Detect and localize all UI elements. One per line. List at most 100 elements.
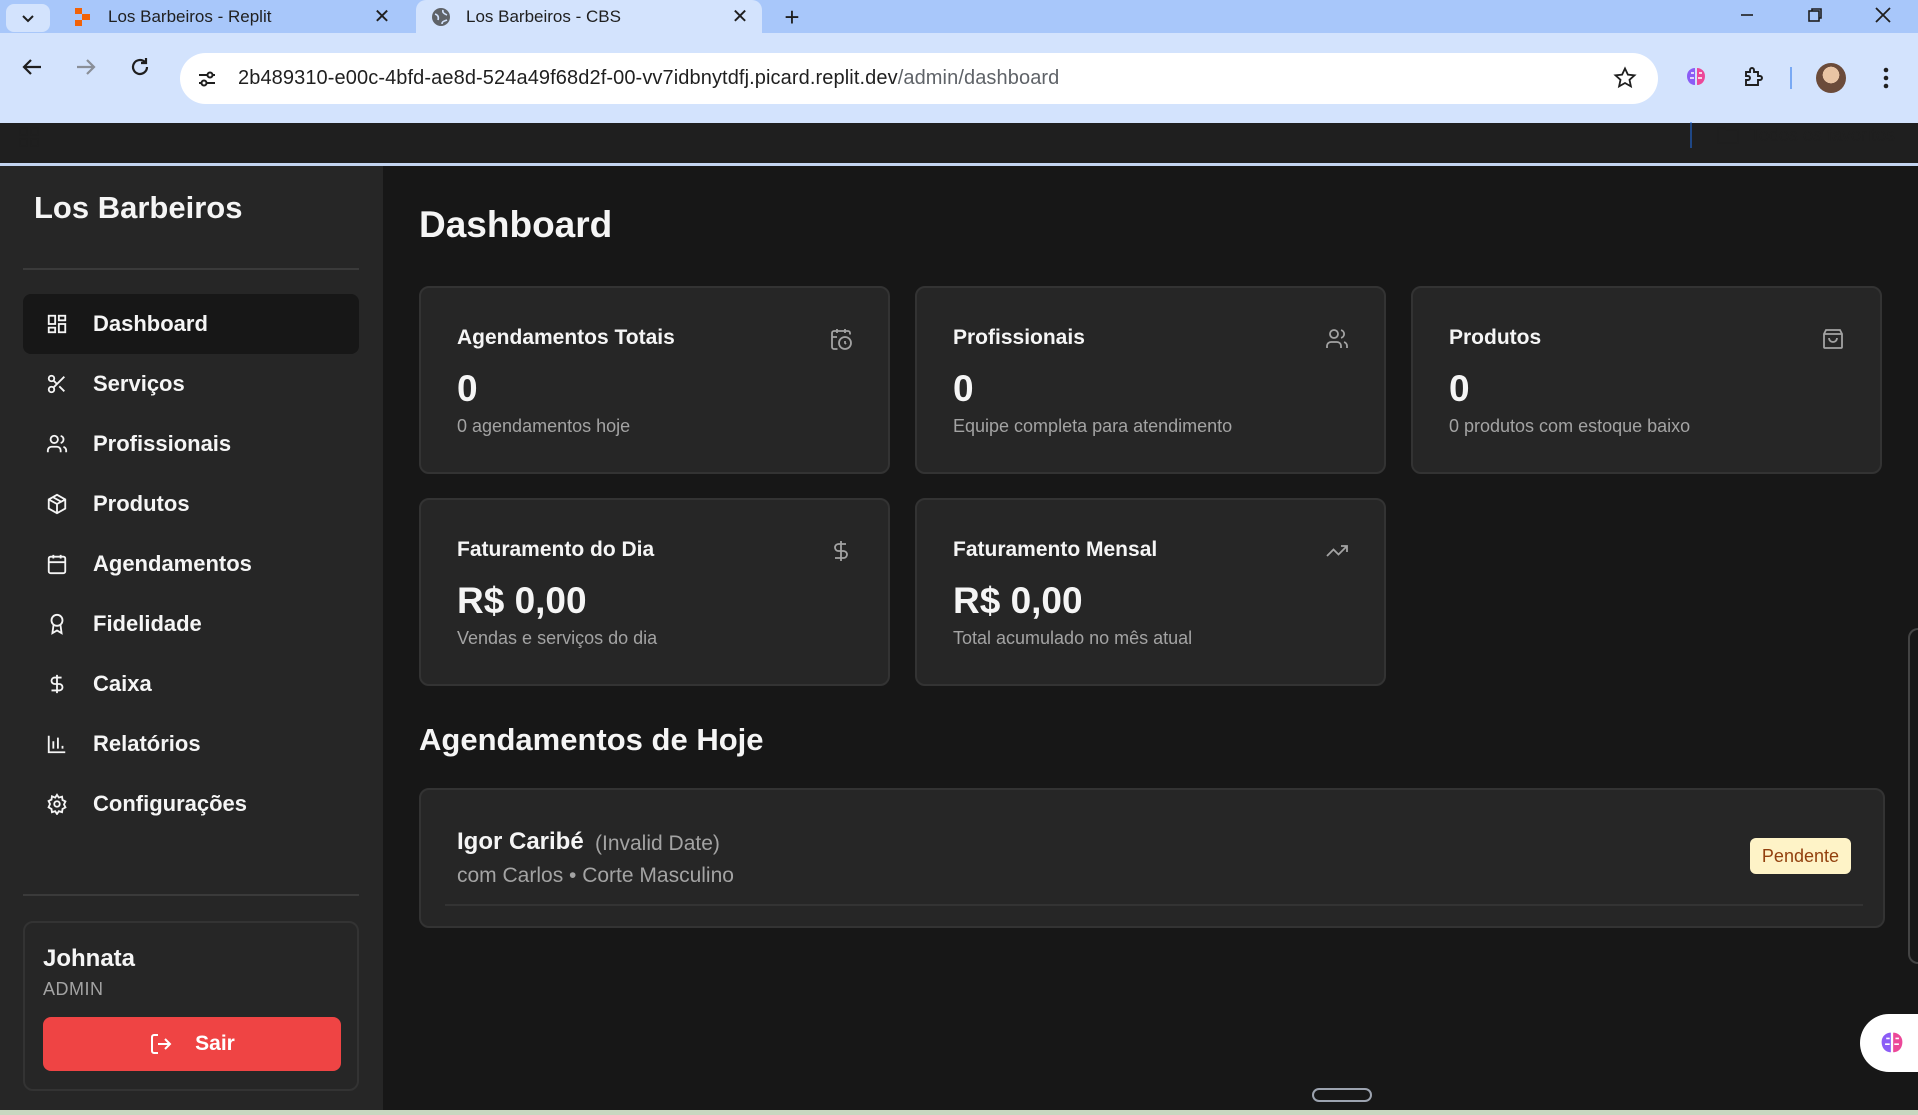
- calendar-clock-icon: [828, 326, 854, 352]
- user-role: ADMIN: [43, 979, 104, 999]
- forward-button[interactable]: [66, 47, 106, 87]
- scroll-handle[interactable]: [1312, 1088, 1372, 1102]
- minimize-button[interactable]: [1722, 0, 1772, 30]
- stat-card-profissionais: Profissionais 0 Equipe completa para ate…: [915, 286, 1386, 474]
- brand-title: Los Barbeiros: [34, 190, 243, 225]
- tab-search-button[interactable]: [6, 4, 50, 32]
- main-content: Dashboard Agendamentos Totais 0 0 agenda…: [383, 166, 1918, 1115]
- sidebar-item-produtos[interactable]: Produtos: [23, 474, 359, 534]
- sidebar: Los Barbeiros Dashboard Serviços Profiss…: [0, 166, 383, 1115]
- address-bar[interactable]: 2b489310-e00c-4bfd-ae8d-524a49f68d2f-00-…: [180, 53, 1658, 104]
- browser-menu-icon[interactable]: [1868, 58, 1904, 98]
- stat-card-agendamentos: Agendamentos Totais 0 0 agendamentos hoj…: [419, 286, 890, 474]
- floating-brain-extension-icon[interactable]: [1860, 1014, 1918, 1072]
- user-card: Johnata ADMIN Sair: [23, 921, 359, 1091]
- new-tab-button[interactable]: +: [776, 2, 808, 32]
- restore-button[interactable]: [1790, 0, 1840, 30]
- status-badge: Pendente: [1749, 838, 1851, 874]
- url-text: 2b489310-e00c-4bfd-ae8d-524a49f68d2f-00-…: [238, 67, 1059, 90]
- user-name: Johnata: [43, 945, 136, 972]
- sidebar-divider: [23, 268, 359, 270]
- dollar-icon: [45, 672, 69, 696]
- sidebar-item-label: Fidelidade: [93, 611, 202, 636]
- apps-grid-icon[interactable]: [12, 120, 46, 154]
- minimize-icon: [1741, 14, 1753, 16]
- close-icon[interactable]: ✕: [726, 3, 754, 31]
- reload-icon: [131, 58, 149, 76]
- sidebar-item-fidelidade[interactable]: Fidelidade: [23, 594, 359, 654]
- stat-card-produtos: Produtos 0 0 produtos com estoque baixo: [1411, 286, 1882, 474]
- log-out-icon: [151, 1034, 172, 1054]
- card-title: Agendamentos Totais: [457, 326, 675, 349]
- url-host: 2b489310-e00c-4bfd-ae8d-524a49f68d2f-00-…: [238, 67, 898, 89]
- logout-label: Sair: [195, 1032, 235, 1055]
- users-icon: [45, 432, 69, 456]
- sidebar-item-servicos[interactable]: Serviços: [23, 354, 359, 414]
- card-value: 0: [953, 368, 974, 409]
- bookmark-star-icon[interactable]: [1608, 61, 1642, 95]
- sidebar-item-agendamentos[interactable]: Agendamentos: [23, 534, 359, 594]
- sidebar-nav: Dashboard Serviços Profissionais Produto…: [23, 294, 359, 834]
- card-title: Faturamento Mensal: [953, 538, 1158, 561]
- tab-cbs[interactable]: Los Barbeiros - CBS ✕: [416, 0, 762, 33]
- shopping-bag-icon: [1820, 326, 1846, 352]
- card-value: R$ 0,00: [953, 580, 1083, 621]
- card-title: Faturamento do Dia: [457, 538, 655, 561]
- award-icon: [45, 612, 69, 636]
- back-button[interactable]: [12, 47, 52, 87]
- card-value: 0: [1449, 368, 1470, 409]
- extensions-puzzle-icon[interactable]: [1734, 57, 1774, 97]
- sidebar-item-relatorios[interactable]: Relatórios: [23, 714, 359, 774]
- sidebar-item-label: Configurações: [93, 791, 248, 816]
- close-window-button[interactable]: [1858, 0, 1908, 30]
- card-subtitle: 0 agendamentos hoje: [457, 416, 631, 436]
- tab-title: Los Barbeiros - CBS: [466, 6, 621, 26]
- sidebar-item-caixa[interactable]: Caixa: [23, 654, 359, 714]
- side-panel-edge[interactable]: [1908, 628, 1918, 964]
- tab-replit[interactable]: Los Barbeiros - Replit ✕: [58, 0, 404, 33]
- sidebar-item-label: Agendamentos: [93, 551, 252, 576]
- chevron-down-icon: [22, 15, 34, 23]
- appointment-detail: com Carlos • Corte Masculino: [457, 864, 734, 887]
- brain-extension-icon[interactable]: [1676, 57, 1716, 97]
- stat-card-faturamento-mensal: Faturamento Mensal R$ 0,00 Total acumula…: [915, 498, 1386, 686]
- sidebar-item-label: Relatórios: [93, 731, 201, 756]
- trending-up-icon: [1324, 538, 1350, 564]
- url-path: /admin/dashboard: [897, 67, 1060, 89]
- sidebar-item-dashboard[interactable]: Dashboard: [23, 294, 359, 354]
- sidebar-divider: [23, 894, 359, 896]
- appointment-row[interactable]: Igor Caribé (Invalid Date) com Carlos • …: [445, 790, 1863, 906]
- bar-chart-icon: [45, 732, 69, 756]
- site-settings-icon[interactable]: [186, 58, 228, 100]
- card-title: Profissionais: [953, 326, 1085, 349]
- bookmark-folder-all[interactable]: Todos os favoritos: [1716, 120, 1895, 150]
- sidebar-item-configuracoes[interactable]: Configurações: [23, 774, 359, 834]
- sidebar-item-profissionais[interactable]: Profissionais: [23, 414, 359, 474]
- card-value: R$ 0,00: [457, 580, 587, 621]
- card-subtitle: Vendas e serviços do dia: [457, 628, 658, 648]
- stat-card-faturamento-dia: Faturamento do Dia R$ 0,00 Vendas e serv…: [419, 498, 890, 686]
- bookmark-label: Todos os favoritos: [1750, 124, 1896, 145]
- package-icon: [45, 492, 69, 516]
- tab-title: Los Barbeiros - Replit: [108, 6, 272, 26]
- toolbar-divider: [1790, 67, 1792, 89]
- sidebar-item-label: Caixa: [93, 671, 152, 696]
- logout-button[interactable]: Sair: [43, 1017, 341, 1071]
- bookmarks-divider: [1690, 122, 1692, 148]
- appointments-panel: Igor Caribé (Invalid Date) com Carlos • …: [419, 788, 1885, 928]
- page-title: Dashboard: [419, 204, 613, 245]
- reload-button[interactable]: [120, 47, 160, 87]
- profile-avatar[interactable]: [1816, 63, 1846, 93]
- close-icon[interactable]: ✕: [368, 3, 396, 31]
- globe-icon: [430, 6, 452, 28]
- sidebar-item-label: Profissionais: [93, 431, 232, 456]
- sidebar-item-label: Produtos: [93, 491, 190, 516]
- close-icon: [1875, 7, 1891, 23]
- appointment-date: (Invalid Date): [595, 832, 720, 855]
- users-icon: [1324, 326, 1350, 352]
- dollar-icon: [828, 538, 854, 564]
- card-subtitle: Equipe completa para atendimento: [953, 416, 1233, 436]
- scissors-icon: [45, 372, 69, 396]
- folder-icon: [1717, 127, 1739, 144]
- browser-toolbar: 2b489310-e00c-4bfd-ae8d-524a49f68d2f-00-…: [0, 33, 1918, 123]
